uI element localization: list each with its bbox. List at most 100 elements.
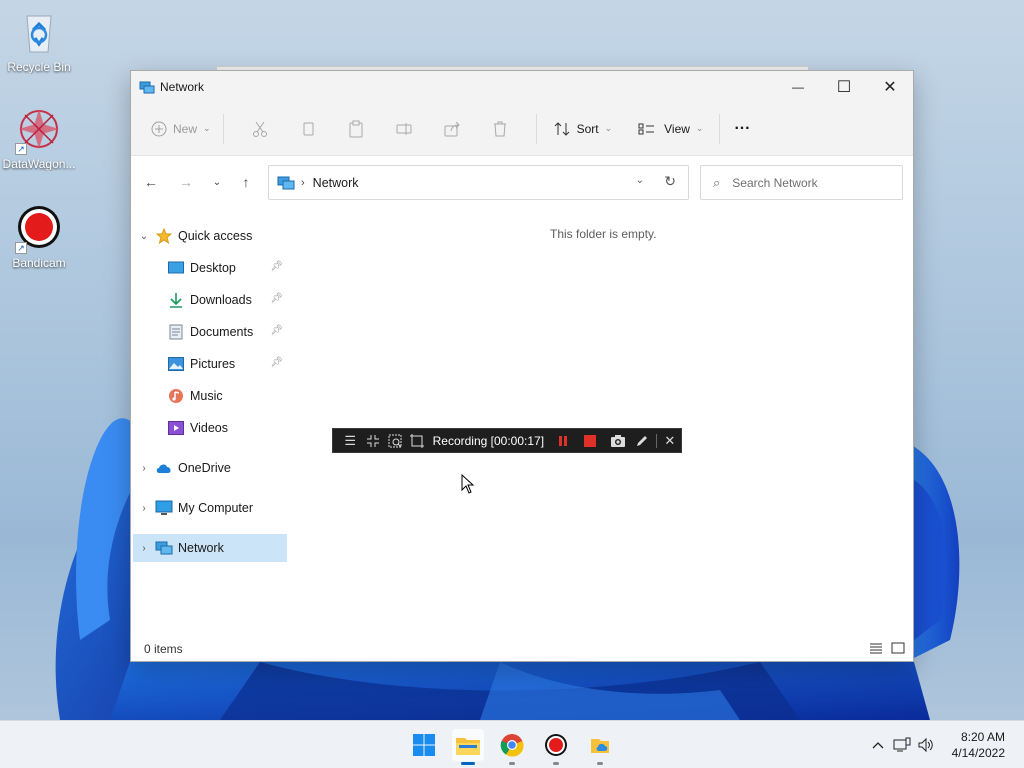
delete-button[interactable] (476, 113, 524, 145)
search-box[interactable]: ⌕ (700, 165, 903, 200)
expand-chevron-icon[interactable]: › (133, 463, 155, 474)
start-button[interactable] (408, 729, 440, 761)
running-indicator (553, 762, 559, 765)
nav-item-videos[interactable]: Videos (133, 414, 287, 442)
title-bar[interactable]: Network — ☐ ✕ (131, 71, 913, 102)
chevron-down-icon: ⌄ (604, 123, 613, 133)
nav-item-label: Desktop (190, 261, 236, 275)
region-select-icon[interactable] (406, 429, 428, 453)
desktop-icon-label: Recycle Bin (7, 60, 71, 74)
pin-icon[interactable]: 📌︎ (270, 325, 283, 336)
item-count: 0 items (144, 642, 183, 656)
details-view-icon[interactable] (869, 641, 883, 655)
expand-chevron-icon[interactable]: › (133, 503, 155, 514)
forward-button[interactable]: → (174, 172, 198, 192)
arrow-right-icon: → (179, 174, 193, 190)
recycle-bin-icon (15, 8, 63, 56)
large-icons-view-icon[interactable] (891, 641, 905, 655)
running-indicator (509, 762, 515, 765)
empty-folder-message: This folder is empty. (550, 227, 657, 241)
paste-button[interactable] (332, 113, 380, 145)
up-button[interactable]: ↑ (234, 172, 258, 192)
view-button[interactable]: View ⌄ (638, 113, 703, 145)
nav-quick-access[interactable]: ⌄ Quick access (133, 222, 287, 250)
nav-item-label: My Computer (178, 501, 254, 515)
refresh-icon[interactable]: ↻ (664, 173, 676, 190)
share-button[interactable] (428, 113, 476, 145)
address-bar[interactable]: › Network ⌄ ↻ (268, 165, 689, 200)
more-options-button[interactable]: ··· (734, 113, 750, 145)
copy-button[interactable] (284, 113, 332, 145)
nav-item-label: Downloads (190, 293, 252, 307)
clock[interactable]: 8:20 AM 4/14/2022 (952, 729, 1005, 761)
cut-button[interactable] (236, 113, 284, 145)
chevron-down-icon: ⌄ (203, 123, 211, 133)
breadcrumb-network[interactable]: Network (313, 176, 359, 190)
shortcut-arrow-icon: ↗ (15, 143, 27, 155)
clipboard-icon (349, 120, 363, 137)
close-icon[interactable]: ✕ (659, 429, 681, 453)
taskbar-bandicam[interactable] (540, 729, 572, 765)
shortcut-arrow-icon: ↗ (15, 242, 27, 254)
desktop-icon-bandicam[interactable]: ↗ Bandicam (0, 204, 78, 270)
nav-item-pictures[interactable]: Pictures 📌︎ (133, 350, 287, 378)
volume-icon[interactable] (914, 733, 938, 757)
search-window-icon[interactable] (384, 429, 406, 453)
clock-date: 4/14/2022 (951, 746, 1005, 760)
chevron-down-icon: ⌄ (695, 123, 704, 133)
desktop-icon-recycle-bin[interactable]: Recycle Bin (0, 8, 78, 74)
minimize-button[interactable]: — (775, 71, 821, 102)
nav-item-music[interactable]: Music (133, 382, 287, 410)
address-dropdown-icon[interactable]: ⌄ (636, 175, 644, 186)
network-icon (139, 81, 155, 93)
pin-icon[interactable]: 📌︎ (270, 261, 283, 272)
pencil-icon[interactable] (631, 429, 653, 453)
network-icon (155, 540, 173, 556)
pictures-icon (167, 356, 185, 372)
maximize-button[interactable]: ☐ (821, 71, 867, 102)
plus-circle-icon (151, 121, 167, 136)
resize-icon[interactable] (361, 429, 383, 453)
nav-onedrive[interactable]: › OneDrive (133, 454, 287, 482)
arrow-left-icon: ← (144, 174, 158, 190)
status-bar: 0 items (131, 637, 913, 661)
nav-item-documents[interactable]: Documents 📌︎ (133, 318, 287, 346)
pin-icon[interactable]: 📌︎ (270, 357, 283, 368)
stop-button[interactable] (578, 429, 600, 453)
back-button[interactable]: ← (139, 172, 163, 192)
separator (719, 113, 721, 144)
show-hidden-icons-chevron-icon[interactable] (866, 733, 890, 757)
nav-item-label: Quick access (178, 229, 253, 243)
separator (655, 433, 657, 448)
close-button[interactable]: ✕ (867, 71, 913, 102)
nav-item-desktop[interactable]: Desktop 📌︎ (133, 254, 287, 282)
new-button[interactable]: New ⌄ (151, 113, 211, 145)
windows-logo-icon (413, 734, 435, 756)
taskbar-file-explorer[interactable] (452, 729, 484, 765)
nav-item-label: Documents (190, 325, 254, 339)
videos-icon (167, 420, 185, 436)
pause-button[interactable] (552, 429, 574, 453)
nav-item-label: Music (190, 389, 223, 403)
expand-chevron-icon[interactable]: ⌄ (133, 231, 155, 242)
desktop-folder-icon (167, 260, 185, 276)
nav-my-computer[interactable]: › My Computer (133, 494, 287, 522)
recent-locations-button[interactable]: ⌄ (205, 172, 229, 192)
search-input[interactable] (732, 175, 883, 190)
chevron-down-icon: ⌄ (212, 176, 222, 188)
clock-time: 8:20 AM (960, 730, 1005, 744)
menu-icon[interactable]: ☰ (339, 429, 361, 453)
bandicam-icon: ↗ (15, 204, 63, 254)
taskbar-datawagon[interactable] (584, 729, 616, 765)
rename-button[interactable] (380, 113, 428, 145)
camera-icon[interactable] (607, 429, 629, 453)
expand-chevron-icon[interactable]: › (133, 543, 155, 554)
sort-button[interactable]: Sort ⌄ (553, 113, 613, 145)
nav-item-downloads[interactable]: Downloads 📌︎ (133, 286, 287, 314)
desktop-icon-datawagon[interactable]: ↗ DataWagon... (0, 105, 78, 171)
nav-network[interactable]: › Network (133, 534, 287, 562)
share-icon (444, 121, 460, 136)
pin-icon[interactable]: 📌︎ (270, 293, 283, 304)
network-status-icon[interactable] (890, 733, 914, 757)
taskbar-chrome[interactable] (496, 729, 528, 765)
